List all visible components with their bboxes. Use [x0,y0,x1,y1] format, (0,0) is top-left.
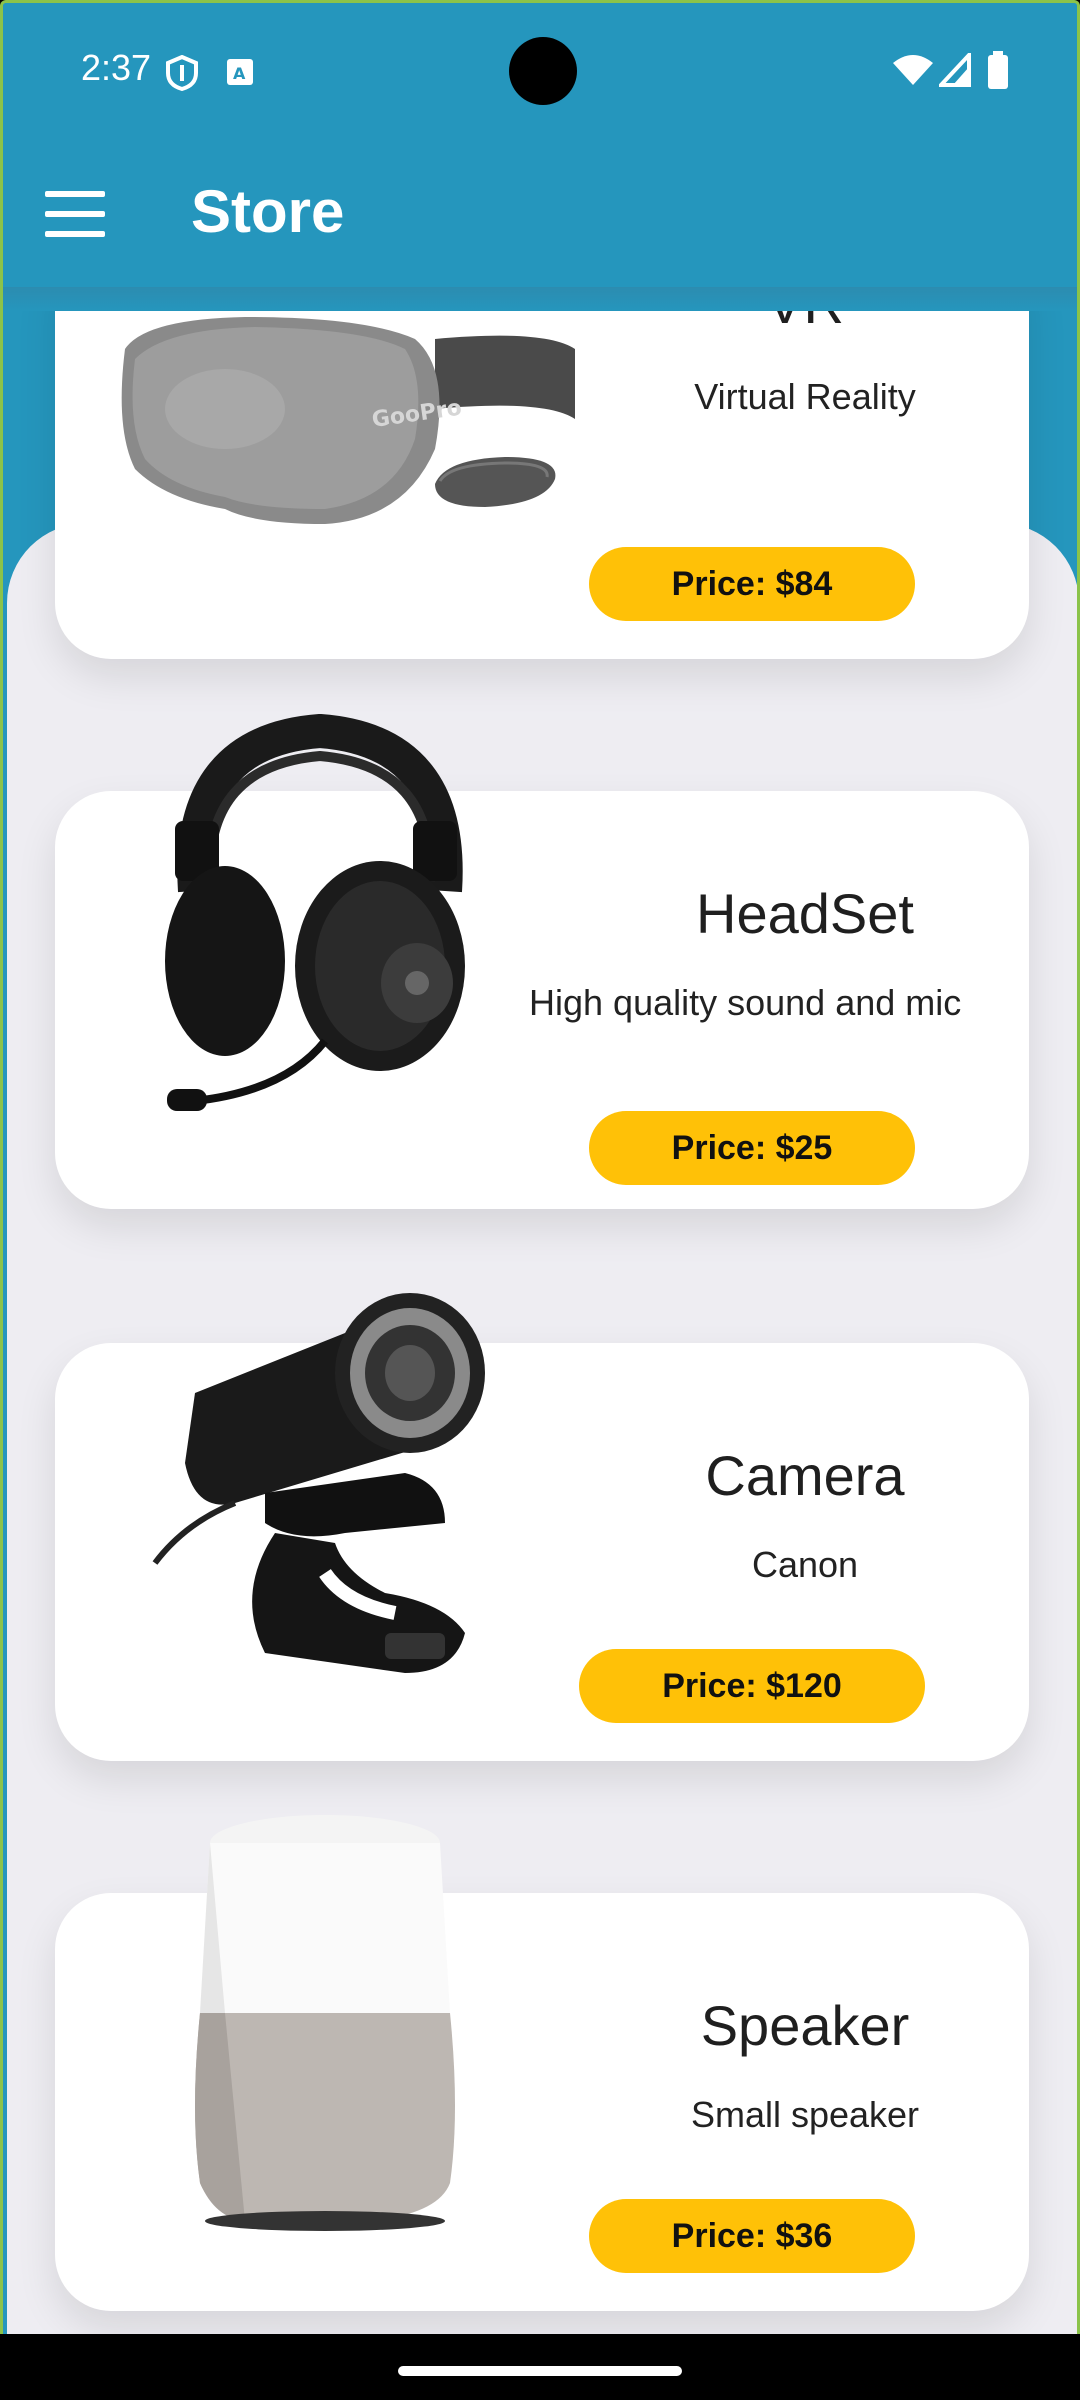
smart-speaker-image [195,1815,455,2231]
product-description: Small speaker [690,2094,920,2135]
price-button[interactable]: Price: $25 [589,1111,915,1185]
product-card-headset[interactable]: HeadSet High quality sound and mic Price… [55,713,1029,1209]
product-name: HeadSet [696,882,914,945]
wifi-icon [893,55,933,85]
product-card-camera[interactable]: Camera Canon Price: $120 [55,1293,1029,1761]
product-name: Camera [705,1444,905,1507]
webcam-image [152,1293,485,1673]
gesture-nav-handle[interactable] [398,2366,682,2376]
product-name: Speaker [700,1994,910,2057]
app-screen: GooPro VR Virtual Reality Price: $84 [0,0,1080,2334]
app-title: Store [191,178,345,245]
menu-button[interactable] [39,185,113,243]
price-button[interactable]: Price: $84 [589,547,915,621]
product-list[interactable]: GooPro VR Virtual Reality Price: $84 [3,3,1077,2334]
app-bar-shadow [3,287,1077,311]
headset-image [165,713,465,1111]
product-description: Virtual Reality [694,376,916,417]
status-bar: 2:37 A [3,3,1077,139]
battery-icon [988,51,1008,89]
price-button[interactable]: Price: $120 [579,1649,925,1723]
status-time: 2:37 [81,47,152,88]
price-button[interactable]: Price: $36 [589,2199,915,2273]
product-description: Canon [751,1544,859,1585]
app-bar: Store [3,139,1077,287]
vr-headset-image: GooPro [121,317,575,524]
product-description: High quality sound and mic [529,982,962,1023]
product-card-speaker[interactable]: Speaker Small speaker Price: $36 [55,1815,1029,2311]
keyboard-a-icon: A [227,59,253,85]
shield-icon [166,55,198,91]
camera-cutout [509,37,577,105]
cellular-signal-icon [939,53,971,87]
svg-text:A: A [233,64,246,83]
hamburger-menu-icon [45,191,105,197]
